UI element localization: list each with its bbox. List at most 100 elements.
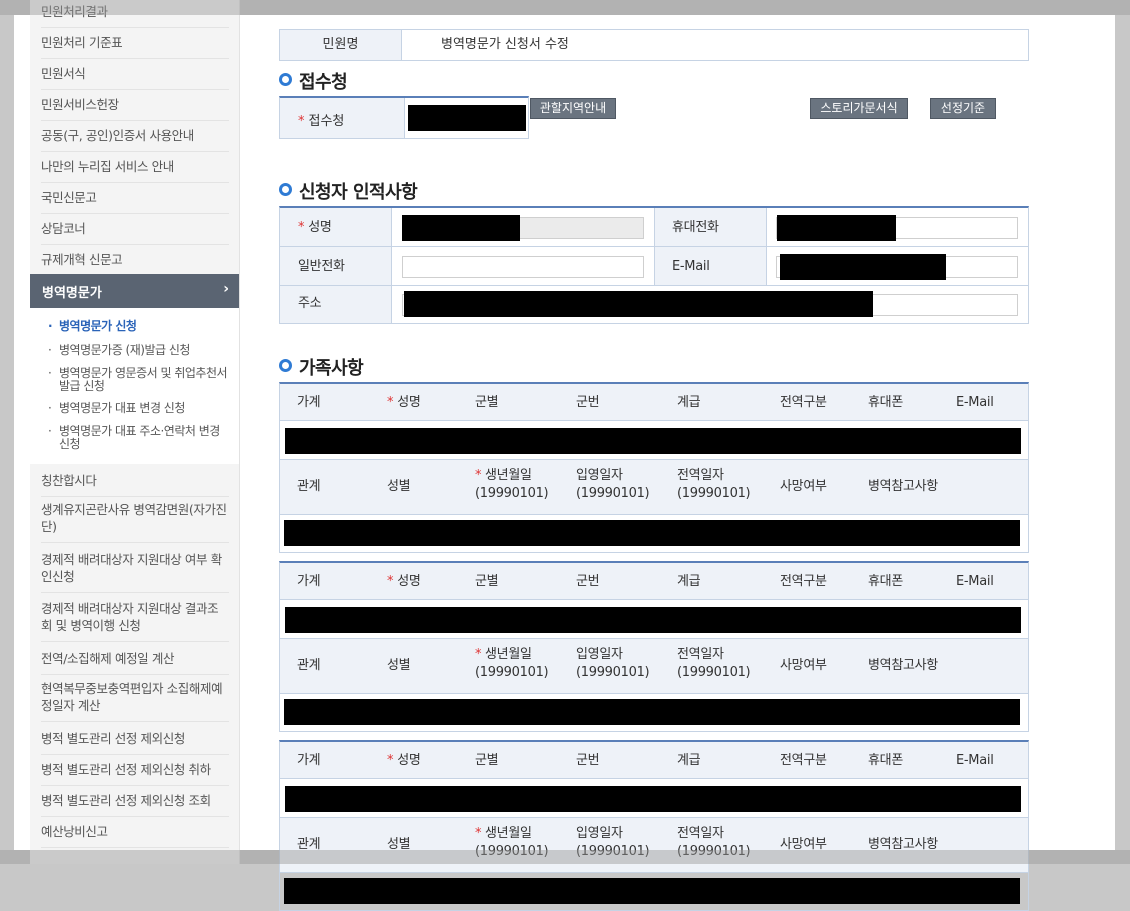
receiver-label: 접수청	[308, 114, 345, 129]
family-col-header-text: 전역일자 (19990101)	[677, 647, 751, 680]
family-col-header-text: 휴대폰	[868, 574, 903, 589]
applicant-table: * 성명 휴대전화 일반전화 E-Mail 주소	[279, 206, 1029, 324]
sidebar-item[interactable]: 경제적 배려대상자 지원대상 여부 확인신청	[41, 551, 229, 593]
family-col-header-text: 군번	[576, 395, 600, 410]
sidebar-active-label: 병역명문가	[42, 286, 102, 301]
section-title-family: 가족사항	[279, 354, 364, 380]
submenu-item-label: 병역명문가 대표 주소·연락처 변경 신청	[59, 424, 220, 451]
sidebar-submenu: · 병역명문가 신청 · 병역명문가증 (재)발급 신청 · 병역명문가 영문증서 및 취…	[30, 308, 239, 464]
required-asterisk: *	[475, 647, 482, 662]
sidebar-item[interactable]: 민원처리 기준표	[41, 34, 229, 59]
sidebar-item[interactable]: 전역/소집해제 예정일 계산	[41, 650, 229, 675]
family-col-header: 관계	[297, 657, 321, 675]
section-title-family-text: 가족사항	[299, 358, 364, 379]
family-col-header-text: 군별	[475, 395, 499, 410]
family-col-header-text: 성별	[387, 658, 411, 673]
complaint-name-label: 민원명	[280, 30, 402, 60]
sidebar-item[interactable]: 병적 별도관리 선정 제외신청	[41, 730, 229, 755]
family-col-header-text: 전역구분	[780, 753, 827, 768]
family-col-header: 계급	[677, 752, 701, 770]
required-asterisk: *	[298, 114, 305, 129]
family-col-header-text: 성명	[397, 395, 421, 410]
family-member-block: 가계 * 성명 군별 군번 계급 전역구분 휴대폰 E-Mail 관계 성별 * 생년월일 (19990…	[279, 740, 1029, 911]
sidebar-item[interactable]: 규제개혁 신문고	[41, 251, 229, 276]
sidebar-item[interactable]: 현역복무중보충역편입자 소집해제예정일자 계산	[41, 680, 229, 722]
family-col-header-text: 전역일자 (19990101)	[677, 468, 751, 501]
family-col-header: 군별	[475, 394, 499, 412]
family-col-header: * 생년월일 (19990101)	[475, 467, 549, 503]
section-title-applicant-text: 신청자 인적사항	[299, 182, 418, 203]
sidebar-item[interactable]: 나만의 누리집 서비스 안내	[41, 158, 229, 183]
family-col-header-text: 군별	[475, 574, 499, 589]
sidebar-item[interactable]: 생계유지곤란사유 병역감면원(자가진단)	[41, 501, 229, 543]
receiver-label-cell: * 접수청	[280, 98, 405, 138]
family-col-header: 군별	[475, 752, 499, 770]
section-title-receiver: 접수청	[279, 68, 348, 94]
family-col-header: 병역참고사항	[868, 478, 938, 496]
required-asterisk: *	[475, 826, 482, 841]
bullet-dot-icon: ·	[48, 401, 52, 415]
sidebar-item[interactable]: 국민신문고	[41, 189, 229, 214]
family-col-header-text: 성명	[397, 574, 421, 589]
family-col-header-text: 성명	[397, 753, 421, 768]
family-col-header-text: 생년월일 (19990101)	[475, 468, 549, 501]
bullet-dot-icon: ·	[48, 343, 52, 357]
family-col-header: 휴대폰	[868, 752, 903, 770]
family-col-header: 가계	[297, 752, 321, 770]
applicant-name-label: * 성명	[298, 220, 332, 235]
family-row-redacted	[285, 428, 1021, 454]
family-col-header: E-Mail	[956, 394, 994, 412]
sidebar-item[interactable]: 경제적 배려대상자 지원대상 결과조회 및 병역이행 신청	[41, 600, 229, 642]
family-col-header: 성별	[387, 478, 411, 496]
family-col-header: 전역구분	[780, 394, 827, 412]
family-col-header-text: E-Mail	[956, 753, 994, 768]
family-col-header-text: 전역구분	[780, 574, 827, 589]
family-col-header-text: 사망여부	[780, 658, 827, 673]
family-col-header-text: 전역구분	[780, 395, 827, 410]
family-col-header: * 성명	[387, 752, 421, 770]
area-guide-button[interactable]: 관할지역안내	[530, 98, 616, 119]
family-col-header: 사망여부	[780, 478, 827, 496]
receiver-table: * 접수청	[279, 96, 529, 139]
family-col-header: * 성명	[387, 573, 421, 591]
family-row-redacted	[285, 786, 1021, 812]
receiver-select-redacted[interactable]	[408, 105, 526, 131]
family-col-header-text: 계급	[677, 574, 701, 589]
family-col-header: 군번	[576, 394, 600, 412]
family-col-header-text: 군번	[576, 574, 600, 589]
family-col-header-text: 계급	[677, 753, 701, 768]
family-col-header: 성별	[387, 657, 411, 675]
sidebar-item[interactable]: 병적 별도관리 선정 제외신청 취하	[41, 761, 229, 786]
sidebar-item[interactable]: 공동(구, 공인)인증서 사용안내	[41, 127, 229, 152]
sidebar-item[interactable]: 병적 별도관리 선정 제외신청 조회	[41, 792, 229, 817]
sidebar-item-military-family[interactable]: 병역명문가 ›	[30, 274, 239, 308]
required-asterisk: *	[387, 574, 394, 589]
family-member-block: 가계 * 성명 군별 군번 계급 전역구분 휴대폰 E-Mail 관계 성별 * 생년월일 (19990…	[279, 561, 1029, 732]
sidebar-item[interactable]: 예산낭비신고	[41, 823, 229, 848]
family-col-header: 입영일자 (19990101)	[576, 467, 650, 503]
sidebar-item[interactable]: 민원서식	[41, 65, 229, 90]
story-form-button[interactable]: 스토리가문서식	[810, 98, 908, 119]
applicant-phone-field[interactable]	[402, 256, 644, 278]
family-col-header: 사망여부	[780, 657, 827, 675]
applicant-phone-label: 일반전화	[298, 259, 345, 274]
family-col-header-text: E-Mail	[956, 395, 994, 410]
family-col-header: 계급	[677, 394, 701, 412]
family-col-header: 전역구분	[780, 573, 827, 591]
submenu-item-label: 병역명문가 신청	[59, 319, 137, 333]
dim-overlay-top	[0, 0, 1130, 15]
bullet-dot-icon: ·	[48, 424, 52, 438]
family-col-header: E-Mail	[956, 573, 994, 591]
family-row-redacted	[285, 607, 1021, 633]
sidebar-item[interactable]: 상담코너	[41, 220, 229, 245]
family-col-header-text: 군번	[576, 753, 600, 768]
submenu-item-label: 병역명문가 영문증서 및 취업추천서 발급 신청	[59, 366, 228, 393]
criteria-button[interactable]: 선정기준	[930, 98, 996, 119]
sidebar-item[interactable]: 칭찬합시다	[41, 472, 229, 497]
sidebar-item[interactable]: 민원서비스헌장	[41, 96, 229, 121]
family-member-block: 가계 * 성명 군별 군번 계급 전역구분 휴대폰 E-Mail 관계 성별 * 생년월일 (19990…	[279, 382, 1029, 553]
applicant-address-label: 주소	[298, 296, 322, 311]
submenu-item-label: 병역명문가 대표 변경 신청	[59, 401, 185, 415]
applicant-mobile-redacted	[777, 215, 896, 241]
section-title-applicant: 신청자 인적사항	[279, 178, 418, 204]
